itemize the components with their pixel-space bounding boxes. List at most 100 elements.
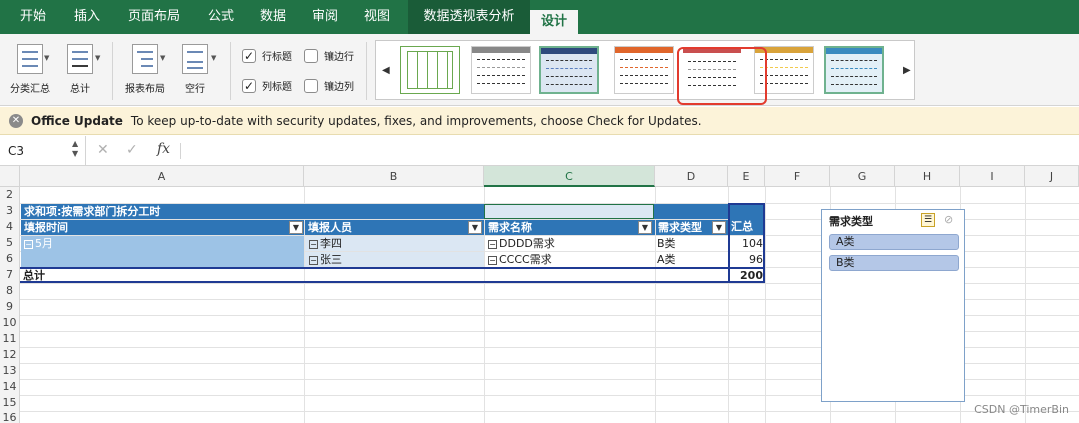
column-header-h[interactable]: H	[895, 166, 960, 187]
multi-select-icon[interactable]: ☰	[921, 213, 935, 227]
collapse-icon[interactable]: −	[24, 240, 33, 249]
tab-insert[interactable]: 插入	[64, 0, 110, 34]
filter-dropdown-icon[interactable]: ▼	[712, 221, 726, 234]
slicer-demand-type[interactable]: 需求类型 ☰ ⊘ A类 B类	[821, 209, 965, 402]
chevron-down-icon[interactable]: ▼	[95, 54, 100, 62]
chevron-down-icon[interactable]: ▼	[160, 54, 165, 62]
tab-review[interactable]: 审阅	[302, 0, 348, 34]
column-headers-label: 列标题	[262, 82, 292, 93]
select-all-corner[interactable]	[0, 166, 20, 187]
checkbox-empty-icon	[304, 48, 318, 63]
check-icon: ✓	[242, 48, 256, 63]
filter-dropdown-icon[interactable]: ▼	[468, 221, 482, 234]
column-header-f[interactable]: F	[765, 166, 830, 187]
fx-icon[interactable]: fx	[157, 141, 170, 157]
row-header[interactable]: 16	[0, 411, 20, 423]
grand-totals-button[interactable]: 总计	[62, 44, 98, 95]
collapse-icon[interactable]: −	[488, 256, 497, 265]
report-layout-button[interactable]: 报表布局	[122, 44, 168, 95]
tab-data[interactable]: 数据	[250, 0, 296, 34]
pivot-demand-cell[interactable]: − CCCC需求	[486, 252, 654, 267]
cancel-icon[interactable]: ✕	[97, 142, 109, 158]
pivot-header-total[interactable]: 汇总	[730, 205, 763, 235]
pivot-style-option[interactable]	[824, 46, 884, 94]
chevron-down-icon[interactable]: ▼	[211, 54, 216, 62]
pivot-grand-total-label[interactable]: 总计	[23, 268, 223, 282]
pivot-person-cell[interactable]: − 张三	[305, 252, 484, 267]
scroll-right-icon[interactable]: ▶	[903, 65, 911, 76]
tab-formulas[interactable]: 公式	[198, 0, 244, 34]
pivot-value-cell[interactable]: 104	[730, 236, 763, 251]
row-header[interactable]: 5	[0, 235, 20, 251]
column-headers-checkbox[interactable]: ✓ 列标题	[242, 78, 292, 93]
pivot-style-option[interactable]	[614, 46, 674, 94]
column-header-c[interactable]: C	[484, 166, 655, 187]
row-header[interactable]: 6	[0, 251, 20, 267]
pivot-style-option[interactable]	[539, 46, 599, 94]
banded-columns-label: 镶边列	[324, 82, 354, 93]
collapse-icon[interactable]: −	[488, 240, 497, 249]
row-header[interactable]: 12	[0, 347, 20, 363]
column-header-e[interactable]: E	[728, 166, 765, 187]
row-headers-checkbox[interactable]: ✓ 行标题	[242, 48, 292, 63]
row-header[interactable]: 11	[0, 331, 20, 347]
row-header[interactable]: 13	[0, 363, 20, 379]
row-header[interactable]: 10	[0, 315, 20, 331]
banded-rows-label: 镶边行	[324, 52, 354, 63]
blank-rows-button[interactable]: 空行	[178, 44, 212, 95]
pivot-style-option[interactable]	[471, 46, 531, 94]
row-header[interactable]: 9	[0, 299, 20, 315]
pivot-person-cell[interactable]: − 李四	[305, 236, 484, 251]
column-header-g[interactable]: G	[830, 166, 895, 187]
filter-dropdown-icon[interactable]: ▼	[638, 221, 652, 234]
subtotals-icon	[17, 44, 43, 74]
row-header[interactable]: 14	[0, 379, 20, 395]
column-header-a[interactable]: A	[20, 166, 304, 187]
slicer-item-a[interactable]: A类	[829, 234, 959, 250]
selected-cell-c3[interactable]	[484, 204, 654, 219]
blank-rows-label: 空行	[185, 84, 205, 95]
pivot-value-cell[interactable]: 96	[730, 252, 763, 267]
tab-design[interactable]: 设计	[530, 10, 578, 34]
row-header[interactable]: 3	[0, 203, 20, 219]
tab-home[interactable]: 开始	[8, 0, 58, 34]
pivot-demand-cell[interactable]: − DDDD需求	[486, 236, 654, 251]
close-icon[interactable]: ✕	[9, 113, 23, 128]
scroll-left-icon[interactable]: ◀	[382, 65, 390, 76]
pivot-month-cell[interactable]: −5月	[21, 236, 304, 267]
filter-dropdown-icon[interactable]: ▼	[289, 221, 303, 234]
subtotals-button[interactable]: 分类汇总	[6, 44, 54, 95]
tab-page-layout[interactable]: 页面布局	[116, 0, 192, 34]
row-header[interactable]: 8	[0, 283, 20, 299]
message-title: Office Update	[31, 113, 123, 128]
pivot-header-demand-name[interactable]: 需求名称	[485, 220, 655, 235]
column-header-b[interactable]: B	[304, 166, 484, 187]
row-header[interactable]: 7	[0, 267, 20, 283]
tab-pivot-analyze[interactable]: 数据透视表分析	[408, 0, 530, 34]
collapse-icon[interactable]: −	[309, 240, 318, 249]
banded-rows-checkbox[interactable]: 镶边行	[304, 48, 354, 63]
tab-view[interactable]: 视图	[354, 0, 400, 34]
row-headers-label: 行标题	[262, 52, 292, 63]
enter-icon[interactable]: ✓	[126, 142, 138, 158]
column-header-j[interactable]: J	[1025, 166, 1079, 187]
row-header[interactable]: 2	[0, 187, 20, 203]
column-header-i[interactable]: I	[960, 166, 1025, 187]
pivot-month-label: 5月	[35, 237, 53, 250]
clear-filter-icon[interactable]: ⊘	[944, 213, 953, 226]
pivot-header-fill-time[interactable]: 填报时间	[21, 220, 304, 235]
column-header-d[interactable]: D	[655, 166, 728, 187]
row-header[interactable]: 15	[0, 395, 20, 411]
pivot-style-option[interactable]	[400, 46, 460, 94]
name-box-spinner-icon[interactable]: ▲ ▼	[72, 139, 78, 159]
collapse-icon[interactable]: −	[309, 256, 318, 265]
pivot-type-cell[interactable]: B类	[657, 236, 727, 251]
pivot-header-reporter[interactable]: 填报人员	[305, 220, 484, 235]
slicer-item-b[interactable]: B类	[829, 255, 959, 271]
banded-columns-checkbox[interactable]: 镶边列	[304, 78, 354, 93]
ribbon-tab-bar: 开始 插入 页面布局 公式 数据 审阅 视图 数据透视表分析 设计	[0, 0, 1079, 34]
row-header[interactable]: 4	[0, 219, 20, 235]
pivot-type-cell[interactable]: A类	[657, 252, 727, 267]
pivot-grand-total-value[interactable]: 200	[730, 268, 763, 282]
chevron-down-icon[interactable]: ▼	[44, 54, 49, 62]
